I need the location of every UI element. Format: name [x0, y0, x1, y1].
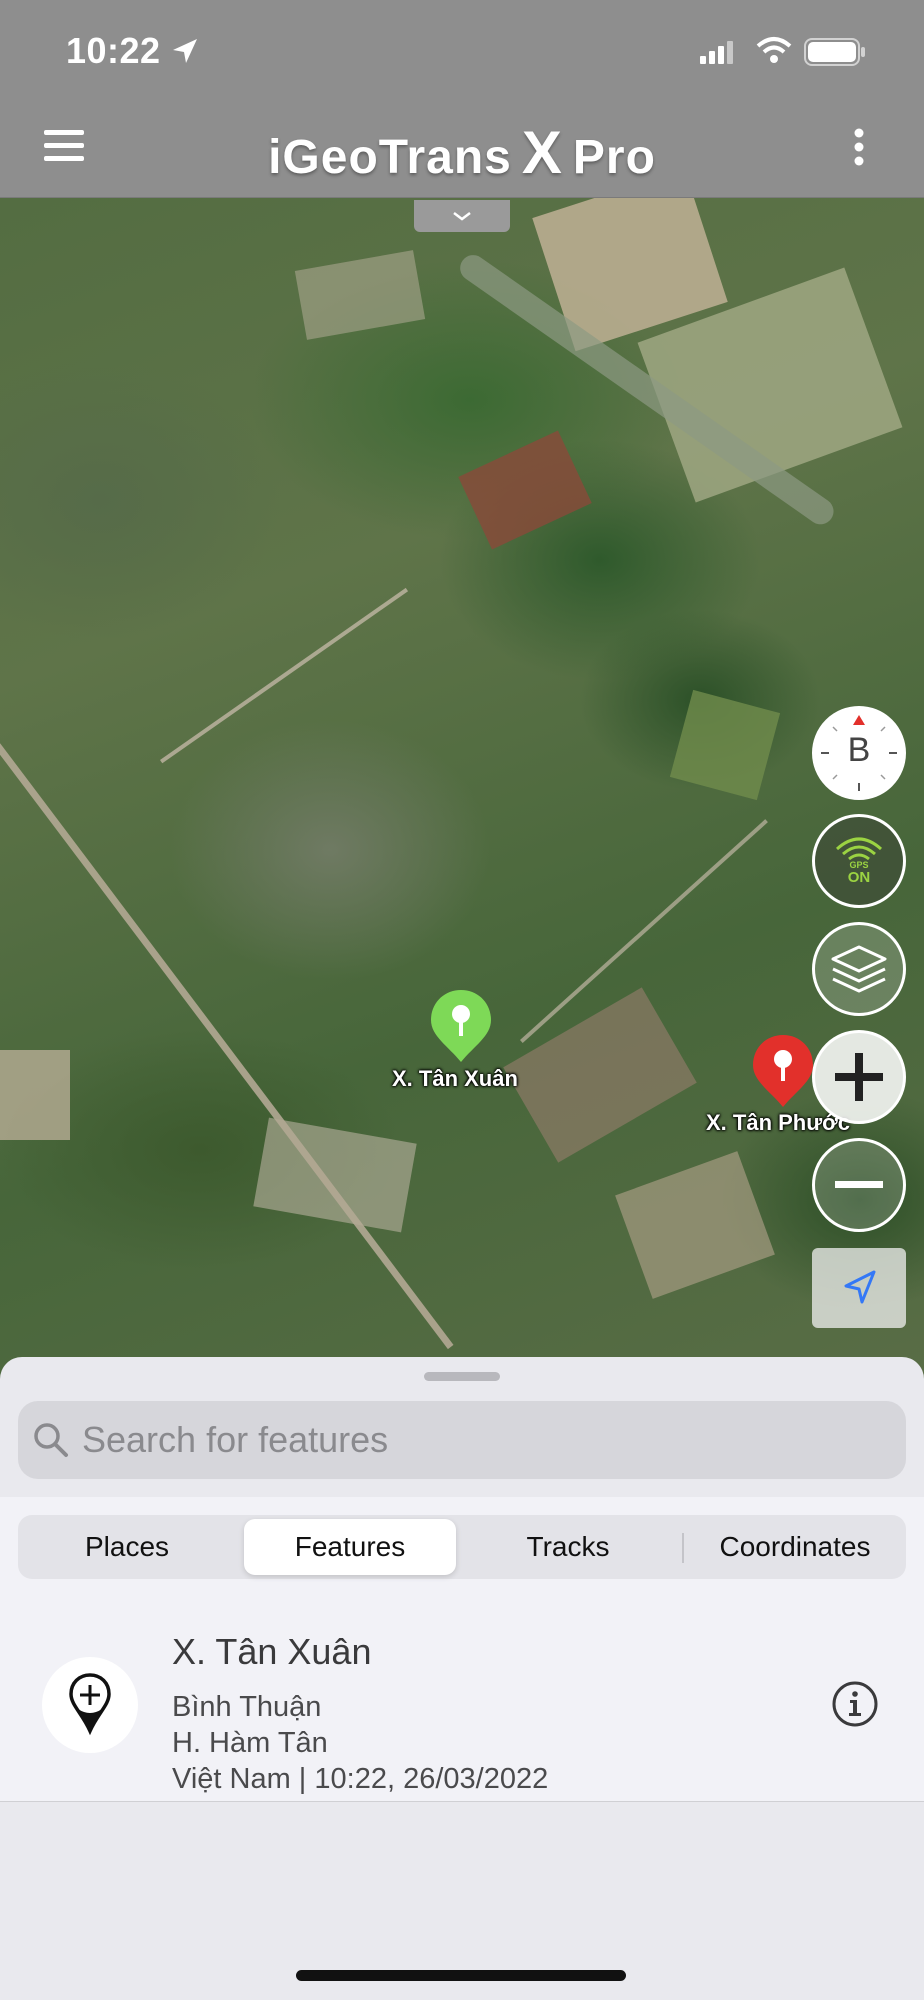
gps-toggle-button[interactable]: GPS ON: [812, 814, 906, 908]
segmented-control: Places Features Tracks Coordinates: [18, 1515, 906, 1579]
app-title-x: X: [521, 119, 563, 186]
add-pin-icon: [69, 1673, 111, 1736]
tab-coordinates[interactable]: Coordinates: [686, 1519, 904, 1575]
search-input[interactable]: [82, 1401, 882, 1479]
chevron-down-icon: [453, 212, 471, 221]
map-road: [0, 690, 454, 1350]
segment-divider: [682, 1533, 684, 1563]
map-field: [669, 689, 781, 801]
feature-country-timestamp: Việt Nam | 10:22, 26/03/2022: [172, 1763, 549, 1795]
wifi-icon: [756, 37, 792, 63]
layers-icon: [831, 945, 887, 993]
map-marker-label: X. Tân Xuân: [392, 1066, 518, 1091]
app-title-part: iGeoTrans: [268, 131, 512, 184]
tab-places[interactable]: Places: [18, 1519, 236, 1575]
info-icon[interactable]: [830, 1679, 880, 1729]
home-indicator: [296, 1970, 626, 1981]
tab-bar-area: Places Features Tracks Coordinates: [0, 1497, 924, 1605]
feature-title: X. Tân Xuân: [172, 1631, 372, 1672]
map-marker-red[interactable]: [750, 1033, 816, 1109]
location-services-icon: [173, 39, 197, 63]
map-field: [0, 1050, 70, 1140]
battery-icon: [804, 38, 865, 66]
feature-icon-container: [42, 1657, 138, 1753]
sheet-grabber[interactable]: [424, 1372, 500, 1381]
app-title-part: Pro: [572, 131, 656, 184]
status-time: 10:22: [66, 30, 161, 71]
map-field: [294, 250, 426, 340]
feature-list-item[interactable]: X. Tân Xuân Bình Thuận H. Hàm Tân Việt N…: [0, 1605, 924, 1802]
plus-icon: [835, 1053, 883, 1101]
tab-features[interactable]: Features: [244, 1519, 456, 1575]
layers-button[interactable]: [812, 922, 906, 1016]
search-bar[interactable]: [18, 1401, 906, 1479]
feature-district: H. Hàm Tân: [172, 1727, 328, 1759]
compass-heading: B: [847, 731, 871, 769]
collapse-toolbar-button[interactable]: [414, 200, 510, 232]
gps-signal-icon: GPS: [835, 837, 883, 870]
search-icon: [34, 1423, 68, 1457]
status-bar: 10:22: [0, 0, 924, 100]
map-marker-green[interactable]: [428, 988, 494, 1064]
gps-status-label: ON: [847, 869, 871, 886]
my-location-button[interactable]: [812, 1248, 906, 1328]
more-vertical-icon[interactable]: [852, 128, 866, 168]
map-field: [615, 1151, 775, 1299]
location-arrow-icon: [844, 1270, 876, 1304]
navigation-bar: iGeoTrans X Pro: [0, 100, 924, 198]
bottom-sheet: Places Features Tracks Coordinates X. Tâ…: [0, 1357, 924, 2000]
tab-tracks[interactable]: Tracks: [462, 1519, 674, 1575]
map-field: [503, 987, 697, 1163]
map-field: [253, 1117, 417, 1233]
compass-button[interactable]: B: [812, 706, 906, 800]
zoom-out-button[interactable]: [812, 1138, 906, 1232]
minus-icon: [835, 1181, 883, 1188]
cellular-signal-icon: [700, 41, 733, 64]
app-title: iGeoTrans X Pro: [0, 118, 924, 187]
zoom-in-button[interactable]: [812, 1030, 906, 1124]
feature-province: Bình Thuận: [172, 1691, 322, 1723]
map-road: [160, 587, 409, 764]
map-field: [458, 430, 592, 550]
